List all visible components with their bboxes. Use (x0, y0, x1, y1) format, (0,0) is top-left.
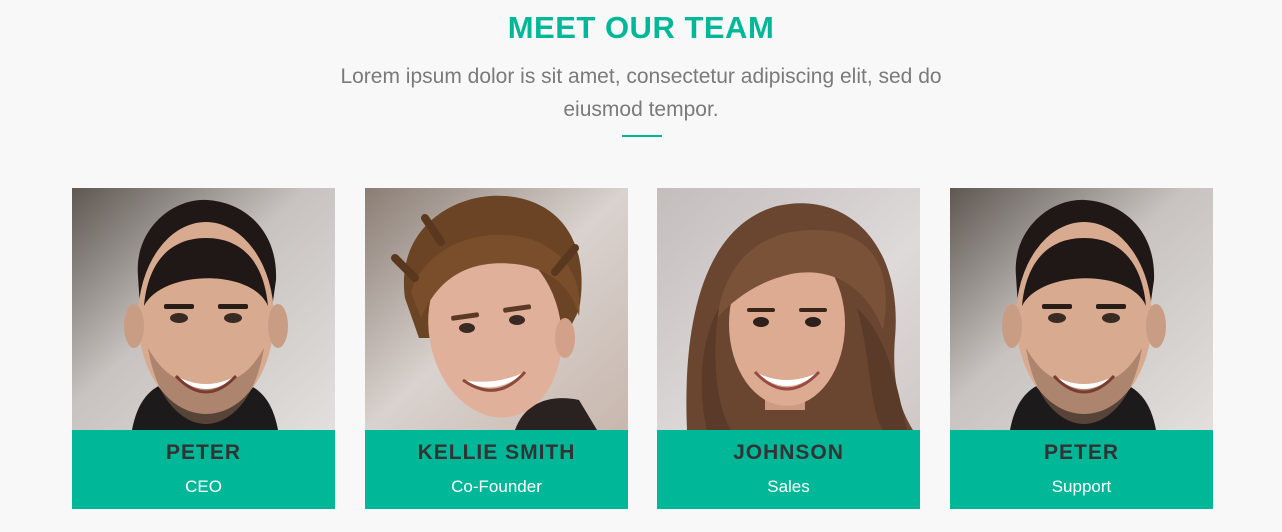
member-name: KELLIE SMITH (417, 441, 576, 464)
member-role: Support (1051, 477, 1112, 496)
member-caption: PETER Support (950, 430, 1213, 509)
member-portrait-image (72, 188, 335, 430)
member-portrait-image (365, 188, 628, 430)
member-caption: PETER CEO (72, 430, 335, 509)
team-member-card: KELLIE SMITH Co-Founder (365, 188, 628, 509)
team-member-card: PETER CEO (72, 188, 335, 509)
team-grid: PETER CEO KELLIE SMITH Co-Founder JOHNSO… (72, 188, 1213, 509)
team-member-card: PETER Support (950, 188, 1213, 509)
member-photo (365, 188, 628, 430)
member-caption: JOHNSON Sales (657, 430, 920, 509)
member-photo (72, 188, 335, 430)
section-subtitle: Lorem ipsum dolor is sit amet, consectet… (340, 65, 942, 121)
member-role: Sales (767, 477, 810, 496)
member-name: JOHNSON (733, 441, 844, 464)
member-caption: KELLIE SMITH Co-Founder (365, 430, 628, 509)
title-divider (622, 135, 662, 137)
member-name: PETER (1043, 441, 1119, 464)
member-photo (950, 188, 1213, 430)
team-member-card: JOHNSON Sales (657, 188, 920, 509)
section-title: MEET OUR TEAM (507, 10, 775, 45)
member-role: CEO (185, 477, 222, 496)
member-portrait-image (657, 188, 920, 430)
member-role: Co-Founder (451, 477, 542, 496)
member-photo (657, 188, 920, 430)
member-portrait-image (950, 188, 1213, 430)
member-name: PETER (165, 441, 241, 464)
